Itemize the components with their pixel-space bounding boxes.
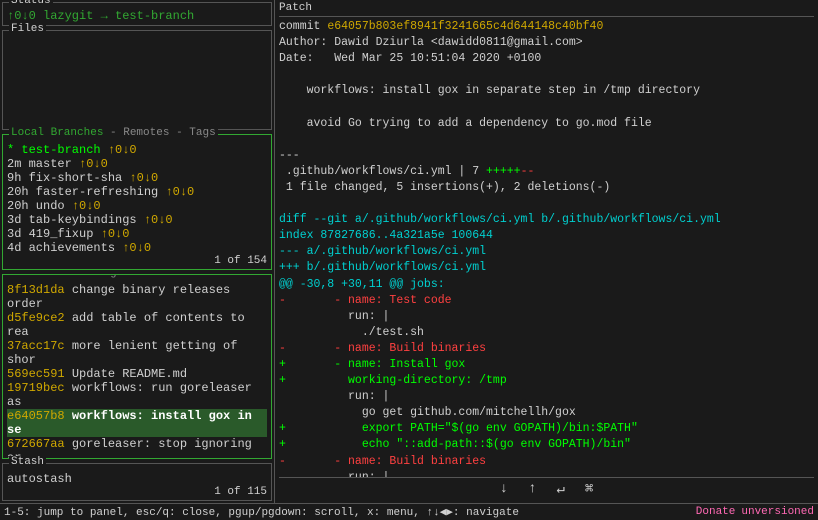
patch-line: --- a/.github/workflows/ci.yml bbox=[279, 244, 814, 260]
patch-line: run: | bbox=[279, 470, 814, 477]
nav-icon-down[interactable]: ↓ bbox=[500, 481, 508, 498]
list-item[interactable]: 19719bec workflows: run goreleaser as bbox=[7, 381, 267, 409]
list-item[interactable]: d5fe9ce2 add table of contents to rea bbox=[7, 311, 267, 339]
patch-line bbox=[279, 99, 814, 115]
tags-tab[interactable]: Tags bbox=[189, 127, 215, 139]
main-area: Status ↑0↓0 lazygit → test-branch Files … bbox=[0, 0, 818, 503]
branches-section: Local Branches - Remotes - Tags * test-b… bbox=[2, 134, 272, 270]
help-text: 1-5: jump to panel, esc/q: close, pgup/p… bbox=[4, 505, 519, 519]
patch-line: - - name: Build binaries bbox=[279, 341, 814, 357]
list-item[interactable]: 3d tab-keybindings ↑0↓0 bbox=[7, 213, 267, 227]
list-item[interactable]: 9h fix-short-sha ↑0↓0 bbox=[7, 171, 267, 185]
patch-line: ./test.sh bbox=[279, 325, 814, 341]
right-panel: Patch commit e64057b803ef8941f3241665c4d… bbox=[275, 0, 818, 503]
patch-line: @@ -30,8 +30,11 @@ jobs: bbox=[279, 277, 814, 293]
patch-line: - - name: Test code bbox=[279, 293, 814, 309]
patch-line: --- bbox=[279, 148, 814, 164]
patch-line: + export PATH="$(go env GOPATH)/bin:$PAT… bbox=[279, 421, 814, 437]
nav-icon-enter[interactable]: ↵ bbox=[556, 481, 564, 498]
branches-title: Local Branches - Remotes - Tags bbox=[9, 127, 218, 139]
patch-line bbox=[279, 67, 814, 83]
patch-line: commit e64057b803ef8941f3241665c4d644148… bbox=[279, 19, 814, 35]
patch-line: 1 file changed, 5 insertions(+), 2 delet… bbox=[279, 180, 814, 196]
patch-line: + echo "::add-path::$(go env GOPATH)/bin… bbox=[279, 437, 814, 453]
patch-line bbox=[279, 132, 814, 148]
patch-line: + - name: Install gox bbox=[279, 357, 814, 373]
patch-line: +++ b/.github/workflows/ci.yml bbox=[279, 260, 814, 276]
status-text: ↑0↓0 lazygit → test-branch bbox=[7, 9, 194, 23]
files-title: Files bbox=[9, 23, 46, 35]
list-item[interactable]: 2m master ↑0↓0 bbox=[7, 157, 267, 171]
left-panel: Status ↑0↓0 lazygit → test-branch Files … bbox=[0, 0, 275, 503]
stash-section: Stash autostash 1 of 115 bbox=[2, 463, 272, 501]
commits-title: Commits - Reflog bbox=[9, 274, 119, 279]
local-branches-tab[interactable]: Local Branches bbox=[11, 127, 103, 139]
bottom-bar: 1-5: jump to panel, esc/q: close, pgup/p… bbox=[0, 503, 818, 520]
donate-link[interactable]: Donate bbox=[696, 506, 736, 518]
branch-active-name: * test-branch bbox=[7, 143, 108, 157]
patch-line: diff --git a/.github/workflows/ci.yml b/… bbox=[279, 212, 814, 228]
list-item[interactable]: 20h faster-refreshing ↑0↓0 bbox=[7, 185, 267, 199]
patch-line: run: | bbox=[279, 389, 814, 405]
list-item[interactable]: 37acc17c more lenient getting of shor bbox=[7, 339, 267, 367]
patch-line: go get github.com/mitchellh/gox bbox=[279, 405, 814, 421]
commits-section: Commits - Reflog 8f13d1da change binary … bbox=[2, 274, 272, 459]
patch-line: Date: Wed Mar 25 10:51:04 2020 +0100 bbox=[279, 51, 814, 67]
list-item-selected[interactable]: e64057b8 workflows: install gox in se bbox=[7, 409, 267, 437]
files-content bbox=[7, 33, 267, 113]
stash-list: autostash bbox=[7, 466, 267, 486]
list-item[interactable]: 20h undo ↑0↓0 bbox=[7, 199, 267, 213]
nav-icons-bar: ↓ ↑ ↵ ⌘ bbox=[279, 477, 814, 501]
status-content: ↑0↓0 lazygit → test-branch bbox=[7, 5, 267, 23]
list-item[interactable]: 8f13d1da change binary releases order bbox=[7, 283, 267, 311]
patch-line: run: | bbox=[279, 309, 814, 325]
tab-separator-2: - bbox=[176, 127, 189, 139]
patch-line: Author: Dawid Dziurla <dawidd0811@gmail.… bbox=[279, 35, 814, 51]
commits-list: 8f13d1da change binary releases order d5… bbox=[7, 277, 267, 459]
nav-icon-up[interactable]: ↑ bbox=[528, 481, 536, 498]
patch-line: avoid Go trying to add a dependency to g… bbox=[279, 116, 814, 132]
nav-icon-cmd[interactable]: ⌘ bbox=[585, 481, 593, 498]
branches-page: 1 of 154 bbox=[7, 255, 267, 267]
remotes-tab[interactable]: Remotes bbox=[123, 127, 169, 139]
tab-separator-1: - bbox=[110, 127, 123, 139]
files-section: Files bbox=[2, 30, 272, 130]
list-item[interactable]: autostash bbox=[7, 472, 267, 486]
branches-list: * test-branch ↑0↓0 2m master ↑0↓0 9h fix… bbox=[7, 137, 267, 255]
status-title: Status bbox=[9, 0, 53, 7]
patch-line: .github/workflows/ci.yml | 7 +++++-‑ bbox=[279, 164, 814, 180]
patch-content: commit e64057b803ef8941f3241665c4d644148… bbox=[279, 19, 814, 477]
patch-title: Patch bbox=[279, 2, 814, 17]
stash-page: 1 of 115 bbox=[7, 486, 267, 498]
list-item[interactable]: 569ec591 Update README.md bbox=[7, 367, 267, 381]
version-label: unversioned bbox=[741, 506, 814, 518]
bottom-right: Donate unversioned bbox=[696, 506, 814, 518]
list-item[interactable]: 4d achievements ↑0↓0 bbox=[7, 241, 267, 255]
patch-line: - - name: Build binaries bbox=[279, 454, 814, 470]
reflog-tab[interactable]: Reflog bbox=[77, 274, 117, 279]
patch-line: + working-directory: /tmp bbox=[279, 373, 814, 389]
patch-line: index 87827686..4a321a5e 100644 bbox=[279, 228, 814, 244]
list-item[interactable]: 3d 419_fixup ↑0↓0 bbox=[7, 227, 267, 241]
patch-line: workflows: install gox in separate step … bbox=[279, 83, 814, 99]
stash-title: Stash bbox=[9, 456, 46, 468]
patch-line bbox=[279, 196, 814, 212]
list-item[interactable]: * test-branch ↑0↓0 bbox=[7, 143, 267, 157]
app: Status ↑0↓0 lazygit → test-branch Files … bbox=[0, 0, 818, 520]
commits-tab[interactable]: Commits bbox=[11, 274, 57, 279]
